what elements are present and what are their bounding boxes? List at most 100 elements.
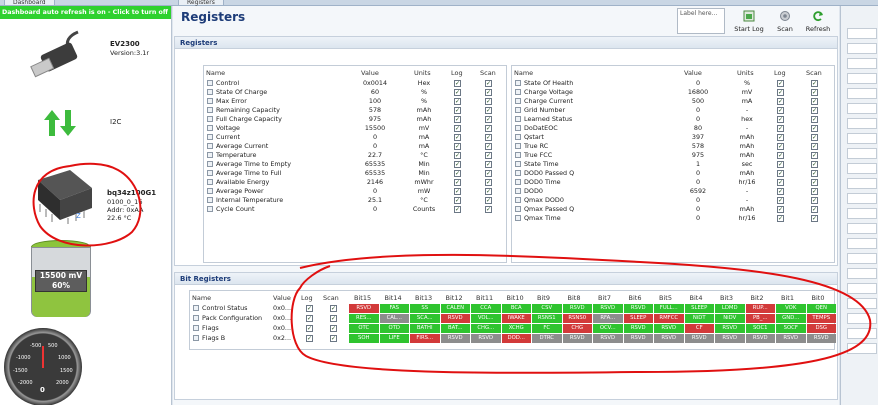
register-row[interactable]: Learned Status 0 hex ✓ ✓ [513, 115, 833, 124]
scan-checkbox[interactable]: ✓ [485, 152, 492, 159]
scan-checkbox[interactable]: ✓ [811, 89, 818, 96]
scan-checkbox[interactable]: ✓ [330, 305, 337, 312]
register-row[interactable]: Average Power 0 mW ✓ ✓ [205, 187, 505, 196]
scan-checkbox[interactable]: ✓ [811, 125, 818, 132]
scan-checkbox[interactable]: ✓ [811, 152, 818, 159]
log-checkbox[interactable]: ✓ [777, 143, 784, 150]
register-row[interactable]: State Time 1 sec ✓ ✓ [513, 160, 833, 169]
register-row[interactable]: Voltage 15500 mV ✓ ✓ [205, 124, 505, 133]
register-row[interactable]: Control 0x0014 Hex ✓ ✓ [205, 79, 505, 88]
log-checkbox[interactable]: ✓ [777, 215, 784, 222]
log-checkbox[interactable]: ✓ [306, 325, 313, 332]
register-row[interactable]: Average Time to Empty 65535 Min ✓ ✓ [205, 160, 505, 169]
scan-checkbox[interactable]: ✓ [330, 335, 337, 342]
log-checkbox[interactable]: ✓ [777, 107, 784, 114]
register-row[interactable]: State Of Charge 60% ✓ ✓ [205, 88, 505, 97]
scan-checkbox[interactable]: ✓ [811, 143, 818, 150]
scan-checkbox[interactable]: ✓ [485, 89, 492, 96]
log-checkbox[interactable]: ✓ [777, 98, 784, 105]
log-checkbox[interactable]: ✓ [454, 179, 461, 186]
bit-register-row[interactable]: Flags B 0x2... ✓ ✓ SOH LIFE FIRS... RSVD RSVD DOD… [191, 334, 837, 343]
log-checkbox[interactable]: ✓ [454, 134, 461, 141]
scan-checkbox[interactable]: ✓ [485, 116, 492, 123]
log-checkbox[interactable]: ✓ [777, 188, 784, 195]
log-checkbox[interactable]: ✓ [777, 116, 784, 123]
scan-checkbox[interactable]: ✓ [485, 125, 492, 132]
scan-checkbox[interactable]: ✓ [485, 197, 492, 204]
side-field[interactable] [847, 298, 877, 309]
log-checkbox[interactable]: ✓ [777, 134, 784, 141]
register-row[interactable]: DOD0 Time 0 hr/16 ✓ ✓ [513, 178, 833, 187]
side-field[interactable] [847, 133, 877, 144]
register-row[interactable]: True FCC 975 mAh ✓ ✓ [513, 151, 833, 160]
log-checkbox[interactable]: ✓ [777, 197, 784, 204]
bit-register-row[interactable]: Pack Configuration 0x0... ✓ ✓ RES... CAL... SC… [191, 314, 837, 323]
start-log-button[interactable]: Start Log [733, 8, 765, 38]
register-row[interactable]: Charge Current 500 mA ✓ ✓ [513, 97, 833, 106]
log-checkbox[interactable]: ✓ [454, 98, 461, 105]
log-checkbox[interactable]: ✓ [454, 188, 461, 195]
refresh-button[interactable]: Refresh [801, 8, 835, 38]
register-row[interactable]: Max Error 100% ✓ ✓ [205, 97, 505, 106]
bit-register-row[interactable]: Control Status 0x0... ✓ ✓ RSVD FAS SS CALEN CCA B… [191, 304, 837, 313]
register-row[interactable]: Full Charge Capacity 975 mAh ✓ ✓ [205, 115, 505, 124]
log-checkbox[interactable]: ✓ [454, 152, 461, 159]
scan-checkbox[interactable]: ✓ [811, 170, 818, 177]
register-row[interactable]: Qmax DOD0 0 - ✓ ✓ [513, 196, 833, 205]
log-checkbox[interactable]: ✓ [777, 206, 784, 213]
register-row[interactable]: Available Energy 2146 mWhr ✓ ✓ [205, 178, 505, 187]
log-checkbox[interactable]: ✓ [454, 89, 461, 96]
register-row[interactable]: Average Time to Full 65535 Min ✓ ✓ [205, 169, 505, 178]
side-field[interactable] [847, 118, 877, 129]
side-field[interactable] [847, 103, 877, 114]
side-field[interactable] [847, 43, 877, 54]
register-row[interactable]: DoDatEOC 80 - ✓ ✓ [513, 124, 833, 133]
scan-checkbox[interactable]: ✓ [811, 161, 818, 168]
scan-checkbox[interactable]: ✓ [811, 116, 818, 123]
side-field[interactable] [847, 148, 877, 159]
side-field[interactable] [847, 313, 877, 324]
log-checkbox[interactable]: ✓ [777, 89, 784, 96]
side-field[interactable] [847, 343, 877, 354]
log-checkbox[interactable]: ✓ [454, 116, 461, 123]
log-checkbox[interactable]: ✓ [306, 315, 313, 322]
scan-checkbox[interactable]: ✓ [811, 134, 818, 141]
log-checkbox[interactable]: ✓ [454, 170, 461, 177]
register-row[interactable]: Internal Temperature 25.1 °C ✓ ✓ [205, 196, 505, 205]
log-checkbox[interactable]: ✓ [454, 125, 461, 132]
side-field[interactable] [847, 223, 877, 234]
scan-checkbox[interactable]: ✓ [485, 206, 492, 213]
log-checkbox[interactable]: ✓ [306, 335, 313, 342]
register-row[interactable]: DOD0 Passed Q 0 mAh ✓ ✓ [513, 169, 833, 178]
register-row[interactable]: Cycle Count 0 Counts ✓ ✓ [205, 205, 505, 214]
side-field[interactable] [847, 193, 877, 204]
scan-checkbox[interactable]: ✓ [811, 179, 818, 186]
side-field[interactable] [847, 238, 877, 249]
side-field[interactable] [847, 178, 877, 189]
side-field[interactable] [847, 28, 877, 39]
log-checkbox[interactable]: ✓ [454, 107, 461, 114]
side-field[interactable] [847, 88, 877, 99]
scan-checkbox[interactable]: ✓ [485, 143, 492, 150]
log-checkbox[interactable]: ✓ [454, 206, 461, 213]
side-field[interactable] [847, 268, 877, 279]
scan-checkbox[interactable]: ✓ [330, 315, 337, 322]
register-row[interactable]: Qmax Time 0 hr/16 ✓ ✓ [513, 214, 833, 223]
scan-checkbox[interactable]: ✓ [485, 98, 492, 105]
scan-checkbox[interactable]: ✓ [485, 170, 492, 177]
log-checkbox[interactable]: ✓ [454, 143, 461, 150]
scan-checkbox[interactable]: ✓ [811, 197, 818, 204]
log-checkbox[interactable]: ✓ [777, 179, 784, 186]
scan-button[interactable]: Scan [771, 8, 799, 38]
scan-checkbox[interactable]: ✓ [330, 325, 337, 332]
log-label-input[interactable]: Label here... [677, 8, 725, 34]
log-checkbox[interactable]: ✓ [454, 161, 461, 168]
register-row[interactable]: Qstart 397 mAh ✓ ✓ [513, 133, 833, 142]
log-checkbox[interactable]: ✓ [306, 305, 313, 312]
register-row[interactable]: True RC 578 mAh ✓ ✓ [513, 142, 833, 151]
log-checkbox[interactable]: ✓ [777, 152, 784, 159]
scan-checkbox[interactable]: ✓ [811, 98, 818, 105]
scan-checkbox[interactable]: ✓ [811, 206, 818, 213]
side-field[interactable] [847, 253, 877, 264]
scan-checkbox[interactable]: ✓ [811, 188, 818, 195]
